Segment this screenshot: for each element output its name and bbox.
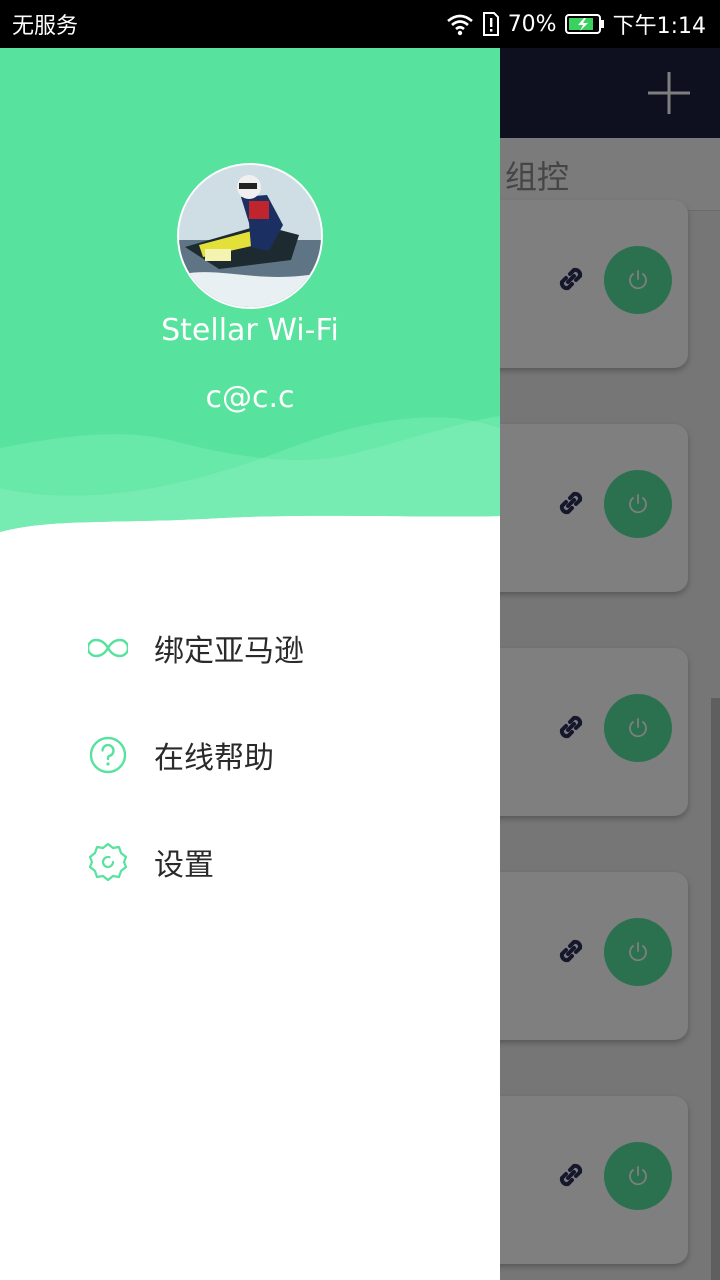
navigation-drawer: Stellar Wi-Fi c@c.c 绑定亚马逊 在线帮助 设置 [0,48,500,1280]
infinity-icon [88,628,128,668]
help-circle-icon [88,735,128,775]
menu-item-label: 在线帮助 [154,740,274,776]
screen: 无服务 70% 下午1:14 Stellar Wi-Fi c@c.c 绑定亚马逊… [0,0,720,1280]
user-email: c@c.c [205,380,295,415]
battery-percent: 70% [507,11,557,37]
menu-item-online-help[interactable]: 在线帮助 [0,701,500,808]
wifi-icon [446,12,474,36]
drawer-header: Stellar Wi-Fi c@c.c [0,48,500,548]
menu-item-bind-amazon[interactable]: 绑定亚马逊 [0,594,500,701]
menu-item-settings[interactable]: 设置 [0,808,500,915]
menu-item-label: 设置 [154,847,214,883]
avatar[interactable] [177,163,323,309]
battery-charging-icon [564,13,605,35]
clock-text: 下午1:14 [612,14,706,39]
user-name: Stellar Wi-Fi [161,313,339,348]
status-bar: 无服务 70% 下午1:14 [0,0,720,48]
gear-icon [88,842,128,882]
sim-alert-icon [482,11,500,37]
menu-item-label: 绑定亚马逊 [154,633,304,669]
status-icons: 70% 下午1:14 [446,8,706,40]
drawer-menu: 绑定亚马逊 在线帮助 设置 [0,594,500,915]
carrier-text: 无服务 [12,14,79,39]
